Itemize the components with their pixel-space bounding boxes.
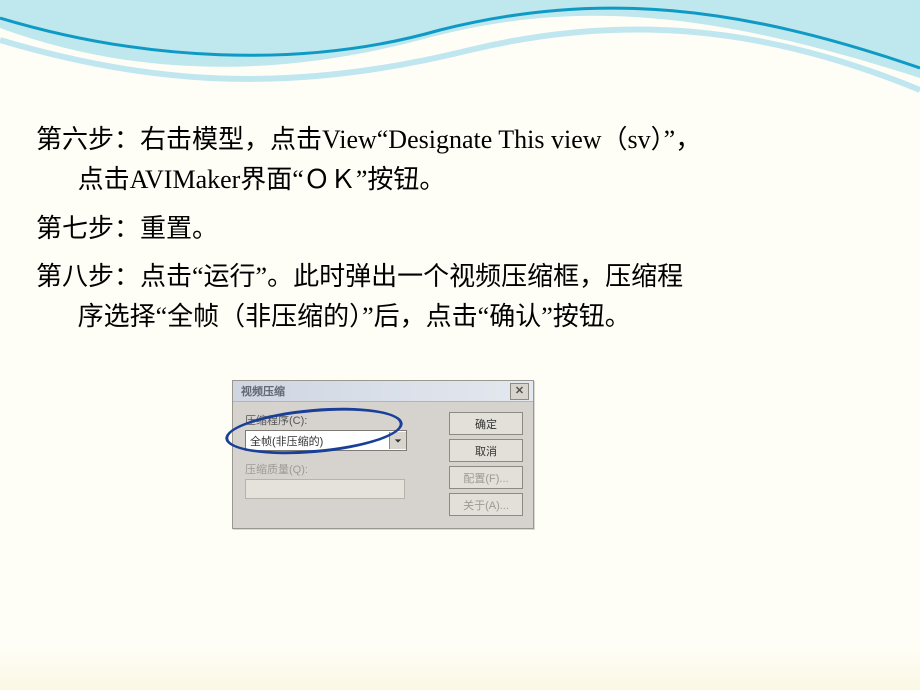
dialog-body: 压缩程序(C): 全帧(非压缩的) 压缩质量(Q): 确定 取消 配置(F)..… <box>233 402 533 528</box>
decorative-wave <box>0 0 920 110</box>
compressor-value: 全帧(非压缩的) <box>246 433 389 449</box>
dialog-title-text: 视频压缩 <box>241 383 285 399</box>
quality-slider <box>245 479 405 499</box>
step-8-line1: 第八步：点击“运行”。此时弹出一个视频压缩框，压缩程 <box>36 262 683 291</box>
dialog-titlebar: 视频压缩 ✕ <box>233 381 533 402</box>
close-icon: ✕ <box>515 386 524 397</box>
compressor-label: 压缩程序(C): <box>245 412 439 428</box>
dialog-right-column: 确定 取消 配置(F)... 关于(A)... <box>449 412 523 516</box>
step-6: 第六步：右击模型，点击View“Designate This view（sv）”… <box>36 120 902 201</box>
step-7: 第七步：重置。 <box>36 209 902 249</box>
dialog-left-column: 压缩程序(C): 全帧(非压缩的) 压缩质量(Q): <box>245 412 439 516</box>
step-6-line1: 第六步：右击模型，点击View“Designate This view（sv）”… <box>36 125 701 154</box>
ok-button[interactable]: 确定 <box>449 412 523 435</box>
dialog-window: 视频压缩 ✕ 压缩程序(C): 全帧(非压缩的) 压缩质量(Q): <box>232 380 534 529</box>
step-8-line2: 序选择“全帧（非压缩的）”后，点击“确认”按钮。 <box>36 297 902 337</box>
chevron-down-icon <box>394 437 402 445</box>
step-8: 第八步：点击“运行”。此时弹出一个视频压缩框，压缩程 序选择“全帧（非压缩的）”… <box>36 257 902 338</box>
slide: 第六步：右击模型，点击View“Designate This view（sv）”… <box>0 0 920 690</box>
cancel-button[interactable]: 取消 <box>449 439 523 462</box>
close-button[interactable]: ✕ <box>510 383 529 400</box>
step-6-line2: 点击AVIMaker界面“ＯＫ”按钮。 <box>36 160 902 200</box>
config-button[interactable]: 配置(F)... <box>449 466 523 489</box>
compressor-select[interactable]: 全帧(非压缩的) <box>245 430 407 451</box>
dropdown-button[interactable] <box>389 432 406 449</box>
video-compression-dialog: 视频压缩 ✕ 压缩程序(C): 全帧(非压缩的) 压缩质量(Q): <box>232 380 532 529</box>
quality-label: 压缩质量(Q): <box>245 461 439 477</box>
slide-content: 第六步：右击模型，点击View“Designate This view（sv）”… <box>36 120 902 345</box>
about-button[interactable]: 关于(A)... <box>449 493 523 516</box>
